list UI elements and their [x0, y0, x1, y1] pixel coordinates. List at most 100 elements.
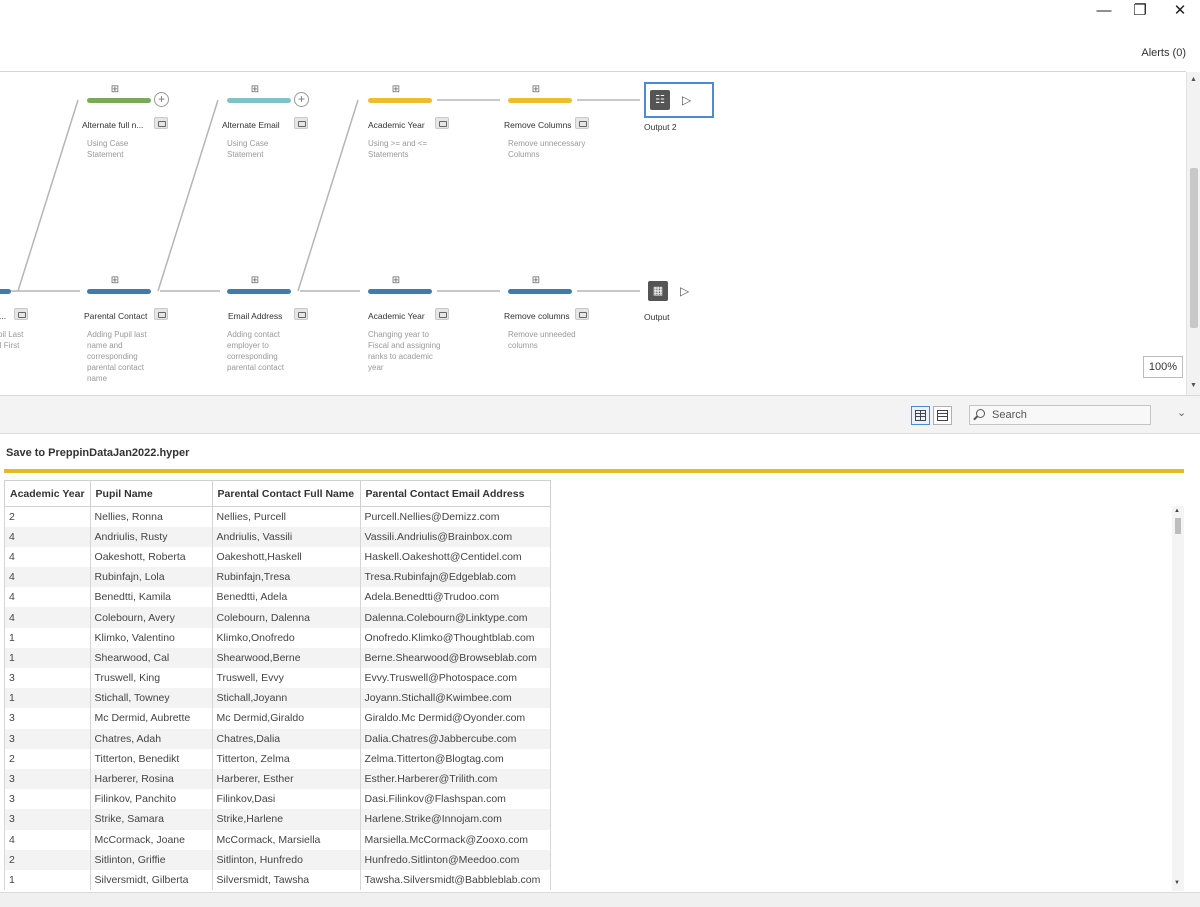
table-cell[interactable]: Evvy.Truswell@Photospace.com	[360, 668, 551, 689]
table-cell[interactable]: Onofredo.Klimko@Thoughtblab.com	[360, 627, 551, 648]
scroll-thumb[interactable]	[1190, 168, 1198, 328]
table-cell[interactable]: Rubinfajn, Lola	[90, 567, 213, 588]
table-cell[interactable]: Dalia.Chatres@Jabbercube.com	[360, 728, 551, 749]
table-cell[interactable]: Mc Dermid, Aubrette	[90, 708, 213, 729]
table-cell[interactable]: Oakeshott, Roberta	[90, 546, 213, 568]
scroll-up-icon[interactable]: ▲	[1174, 508, 1180, 514]
scroll-thumb[interactable]	[1175, 518, 1181, 534]
column-header[interactable]: Academic Year	[4, 480, 91, 507]
table-cell[interactable]: Tresa.Rubinfajn@Edgeblab.com	[360, 567, 551, 588]
table-cell[interactable]: Shearwood, Cal	[90, 647, 213, 668]
table-cell[interactable]: 3	[4, 789, 91, 810]
scroll-up-icon[interactable]: ▲	[1190, 76, 1197, 83]
comment-icon[interactable]	[435, 308, 449, 320]
table-cell[interactable]: Filinkov,Dasi	[212, 789, 361, 810]
table-cell[interactable]: 1	[4, 869, 91, 891]
table-cell[interactable]: Hunfredo.Sitlinton@Meedoo.com	[360, 849, 551, 870]
add-step-icon[interactable]: +	[154, 92, 169, 107]
comment-icon[interactable]	[14, 308, 28, 320]
run-flow-icon[interactable]: ▷	[682, 93, 691, 107]
table-cell[interactable]: Benedtti, Adela	[212, 587, 361, 608]
table-cell[interactable]: 1	[4, 688, 91, 709]
table-cell[interactable]: 3	[4, 668, 91, 689]
alerts-button[interactable]: Alerts (0)	[1141, 47, 1186, 59]
table-cell[interactable]: Colebourn, Dalenna	[212, 607, 361, 628]
output-icon[interactable]: ▦	[648, 281, 668, 301]
column-header[interactable]: Pupil Name	[90, 480, 213, 507]
table-cell[interactable]: Silversmidt, Tawsha	[212, 869, 361, 891]
comment-icon[interactable]	[575, 117, 589, 129]
table-cell[interactable]: 3	[4, 809, 91, 830]
table-cell[interactable]: Berne.Shearwood@Browseblab.com	[360, 647, 551, 668]
table-cell[interactable]: Harberer, Rosina	[90, 768, 213, 790]
table-cell[interactable]: McCormack, Joane	[90, 829, 213, 850]
restore-icon[interactable]: ❐	[1122, 0, 1158, 20]
flow-canvas[interactable]: ⊞ + Alternate full n... Using Case Statem…	[0, 72, 1186, 395]
table-cell[interactable]: Adela.Benedtti@Trudoo.com	[360, 587, 551, 608]
table-cell[interactable]: Vassili.Andriulis@Brainbox.com	[360, 526, 551, 547]
table-cell[interactable]: 2	[4, 506, 91, 527]
comment-icon[interactable]	[294, 117, 308, 129]
minimize-icon[interactable]: —	[1086, 0, 1122, 20]
table-cell[interactable]: Joyann.Stichall@Kwimbee.com	[360, 688, 551, 709]
table-cell[interactable]: Strike, Samara	[90, 809, 213, 830]
table-cell[interactable]: Harlene.Strike@Innojam.com	[360, 809, 551, 830]
table-cell[interactable]: 4	[4, 567, 91, 588]
table-cell[interactable]: 4	[4, 587, 91, 608]
table-cell[interactable]: Oakeshott,Haskell	[212, 546, 361, 568]
table-cell[interactable]: Mc Dermid,Giraldo	[212, 708, 361, 729]
table-cell[interactable]: Sitlinton, Hunfredo	[212, 849, 361, 870]
grid-view-button[interactable]	[911, 406, 930, 425]
table-cell[interactable]: Strike,Harlene	[212, 809, 361, 830]
table-cell[interactable]: Dasi.Filinkov@Flashspan.com	[360, 789, 551, 810]
table-cell[interactable]: Stichall, Towney	[90, 688, 213, 709]
table-cell[interactable]: Andriulis, Vassili	[212, 526, 361, 547]
list-view-button[interactable]	[933, 406, 952, 425]
table-cell[interactable]: Nellies, Ronna	[90, 506, 213, 527]
table-cell[interactable]: Klimko, Valentino	[90, 627, 213, 648]
table-cell[interactable]: Benedtti, Kamila	[90, 587, 213, 608]
table-cell[interactable]: Zelma.Titterton@Blogtag.com	[360, 748, 551, 769]
table-cell[interactable]: Stichall,Joyann	[212, 688, 361, 709]
table-cell[interactable]: 2	[4, 849, 91, 870]
table-cell[interactable]: Esther.Harberer@Trilith.com	[360, 768, 551, 790]
table-cell[interactable]: Marsiella.McCormack@Zooxo.com	[360, 829, 551, 850]
table-cell[interactable]: Chatres,Dalia	[212, 728, 361, 749]
table-cell[interactable]: Haskell.Oakeshott@Centidel.com	[360, 546, 551, 568]
table-cell[interactable]: Shearwood,Berne	[212, 647, 361, 668]
table-cell[interactable]: Nellies, Purcell	[212, 506, 361, 527]
table-cell[interactable]: McCormack, Marsiella	[212, 829, 361, 850]
column-header[interactable]: Parental Contact Full Name	[212, 480, 361, 507]
table-cell[interactable]: Truswell, King	[90, 668, 213, 689]
table-cell[interactable]: Andriulis, Rusty	[90, 526, 213, 547]
table-cell[interactable]: 3	[4, 728, 91, 749]
table-cell[interactable]: 4	[4, 829, 91, 850]
table-cell[interactable]: Silversmidt, Gilberta	[90, 869, 213, 891]
table-cell[interactable]: 4	[4, 607, 91, 628]
table-cell[interactable]: Sitlinton, Griffie	[90, 849, 213, 870]
comment-icon[interactable]	[154, 117, 168, 129]
table-cell[interactable]: 3	[4, 768, 91, 790]
canvas-scrollbar[interactable]: ▲ ▼	[1186, 72, 1200, 395]
table-cell[interactable]: Titterton, Zelma	[212, 748, 361, 769]
add-step-icon[interactable]: +	[294, 92, 309, 107]
table-cell[interactable]: 1	[4, 627, 91, 648]
table-cell[interactable]: Titterton, Benedikt	[90, 748, 213, 769]
table-cell[interactable]: Rubinfajn,Tresa	[212, 567, 361, 588]
table-scrollbar[interactable]: ▲ ▼	[1172, 506, 1184, 891]
table-cell[interactable]: 1	[4, 647, 91, 668]
table-cell[interactable]: 3	[4, 708, 91, 729]
table-cell[interactable]: Giraldo.Mc Dermid@Oyonder.com	[360, 708, 551, 729]
table-cell[interactable]: 4	[4, 546, 91, 568]
run-flow-icon[interactable]: ▷	[680, 284, 689, 298]
table-cell[interactable]: 2	[4, 748, 91, 769]
scroll-down-icon[interactable]: ▼	[1174, 880, 1180, 886]
table-cell[interactable]: Chatres, Adah	[90, 728, 213, 749]
comment-icon[interactable]	[435, 117, 449, 129]
chevron-down-icon[interactable]: ⌄	[1177, 406, 1186, 419]
table-cell[interactable]: Tawsha.Silversmidt@Babbleblab.com	[360, 869, 551, 891]
zoom-level[interactable]: 100%	[1143, 356, 1183, 378]
table-cell[interactable]: Dalenna.Colebourn@Linktype.com	[360, 607, 551, 628]
table-cell[interactable]: Harberer, Esther	[212, 768, 361, 790]
table-cell[interactable]: Klimko,Onofredo	[212, 627, 361, 648]
